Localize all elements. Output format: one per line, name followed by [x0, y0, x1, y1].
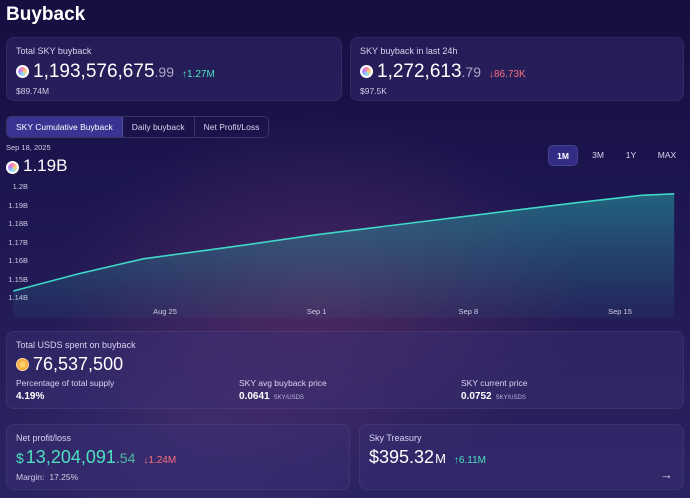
- x-tick-label: Sep 1: [306, 307, 327, 316]
- usds-token-icon: [16, 358, 29, 371]
- stat-current-price-number: 0.0752: [461, 391, 492, 402]
- arrow-right-icon[interactable]: →: [660, 467, 673, 482]
- sky-treasury-change: ↑6.11M: [453, 455, 486, 466]
- sky-treasury-card[interactable]: Sky Treasury $395.32 M ↑6.11M →: [359, 424, 684, 490]
- stat-avg-price-unit: SKY/USDS: [273, 395, 304, 401]
- cumulative-buyback-chart: [13, 193, 675, 318]
- net-profit-loss-prefix: $: [16, 450, 24, 466]
- stat-avg-price-value: 0.0641 SKY/USDS: [239, 391, 304, 402]
- stat-percentage-value: 4.19%: [16, 391, 44, 402]
- net-profit-loss-label: Net profit/loss: [16, 433, 72, 443]
- usds-spent-label: Total USDS spent on buyback: [16, 340, 136, 350]
- margin-value: 17.25%: [49, 472, 79, 482]
- sky-treasury-value: $395.32 M ↑6.11M: [369, 447, 486, 468]
- sky-treasury-suffix: M: [435, 451, 446, 466]
- stat-current-price-value: 0.0752 SKY/USDS: [461, 391, 526, 402]
- buyback-area-fill: [13, 193, 675, 318]
- sky-treasury-amount: $395.32: [369, 447, 435, 467]
- net-profit-loss-card: Net profit/loss $ 13,204,091 .54 ↓1.24M …: [6, 424, 350, 490]
- sky-treasury-label: Sky Treasury: [369, 433, 422, 443]
- stat-avg-price-number: 0.0641: [239, 391, 270, 402]
- stat-avg-price-label: SKY avg buyback price: [239, 378, 327, 388]
- usds-spent-amount: 76,537,500: [33, 354, 124, 374]
- usds-spent-card: Total USDS spent on buyback 76,537,500 P…: [6, 331, 684, 409]
- net-profit-loss-value: $ 13,204,091 .54 ↓1.24M: [16, 447, 176, 468]
- x-tick-label: Aug 25: [153, 307, 177, 316]
- stat-current-price-unit: SKY/USDS: [495, 395, 526, 401]
- net-profit-loss-dec: .54: [115, 450, 136, 466]
- stat-percentage-number: 4.19%: [16, 391, 45, 402]
- usds-spent-value: 76,537,500: [16, 354, 123, 375]
- net-profit-loss-change: ↓1.24M: [143, 455, 177, 466]
- margin-row: Margin: 17.25%: [16, 472, 78, 482]
- net-profit-loss-int: 13,204,091: [25, 447, 116, 467]
- stat-percentage-label: Percentage of total supply: [16, 378, 115, 388]
- x-tick-label: Sep 8: [458, 307, 479, 316]
- x-tick-label: Sep 15: [608, 307, 632, 316]
- stat-current-price-label: SKY current price: [461, 378, 528, 388]
- margin-label: Margin:: [16, 472, 45, 482]
